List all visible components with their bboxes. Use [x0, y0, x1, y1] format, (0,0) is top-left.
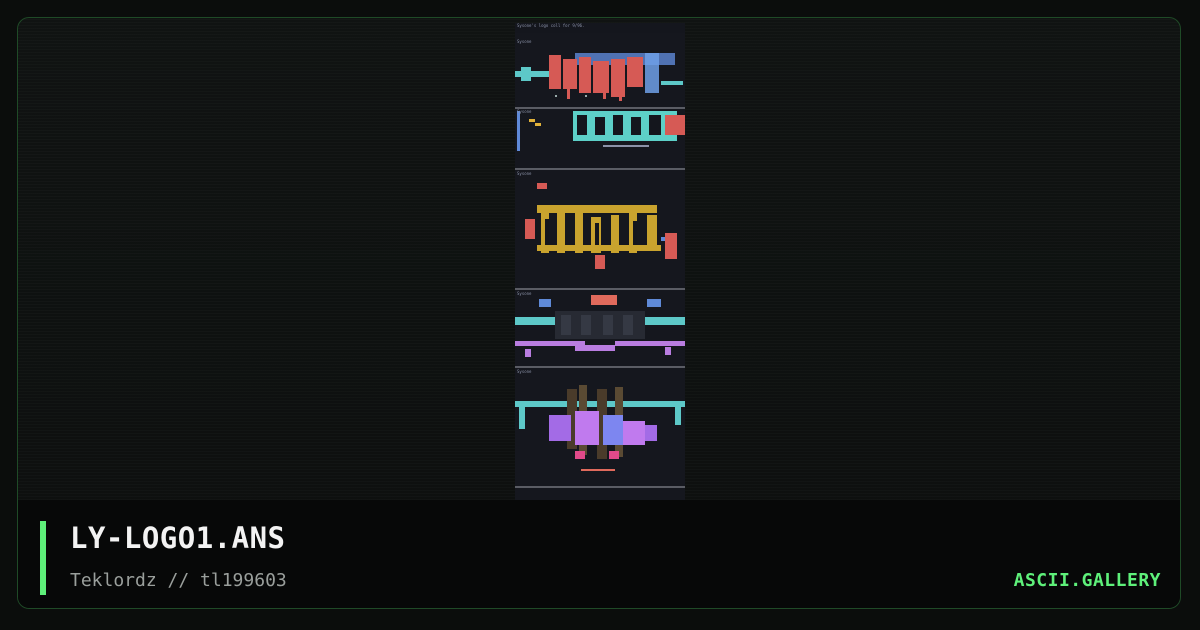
- artwork-section-label: Sysone: [517, 291, 532, 296]
- ansi-artwork: Sysone's logo coll for 9/96. Sysone Syso…: [515, 23, 685, 501]
- site-brand: ASCII.GALLERY: [1013, 570, 1161, 591]
- artwork-section-label: Sysone: [517, 39, 532, 44]
- logo-block-1: [515, 33, 685, 107]
- preview-card: Sysone's logo coll for 9/96. Sysone Syso…: [17, 17, 1181, 609]
- logo-block-5: [515, 368, 685, 486]
- artwork-section-label: Sysone: [517, 171, 532, 176]
- caption-bar: LY-LOGO1.ANS Teklordz // tl199603 ASCII.…: [18, 500, 1180, 608]
- artwork-header-text: Sysone's logo coll for 9/96.: [517, 23, 585, 28]
- artwork-section-label: Sysone: [517, 109, 532, 114]
- logo-block-3: [515, 170, 685, 288]
- logo-block-2: [515, 109, 685, 169]
- artwork-title: LY-LOGO1.ANS: [70, 521, 286, 555]
- artwork-credit: Teklordz // tl199603: [70, 570, 287, 591]
- logo-block-4: [515, 290, 685, 366]
- artwork-section-label: Sysone: [517, 369, 532, 374]
- accent-bar: [40, 521, 46, 595]
- ansi-artwork-canvas: Sysone Sysone Sysone Sysone Sysone: [515, 33, 685, 501]
